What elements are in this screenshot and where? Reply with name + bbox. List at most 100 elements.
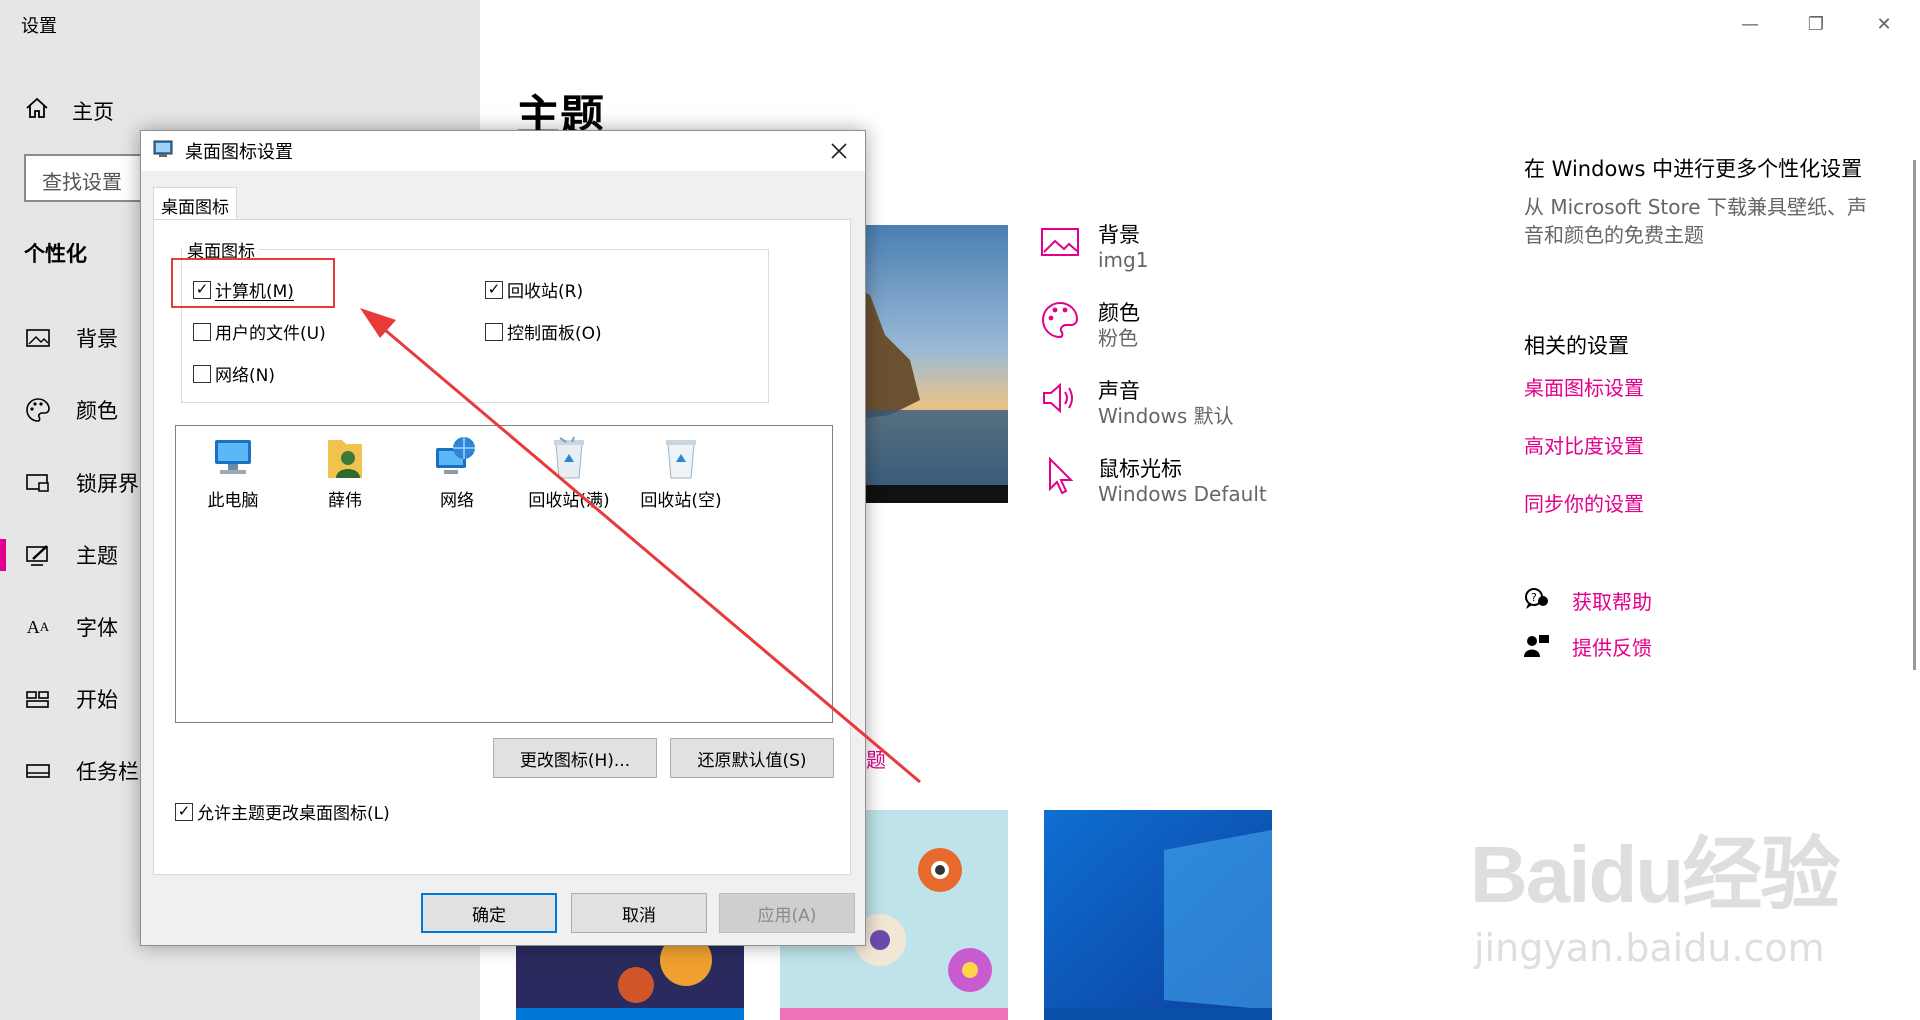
high-contrast-settings-link[interactable]: 高对比度设置 [1524,430,1644,459]
sync-settings-link[interactable]: 同步你的设置 [1524,488,1644,517]
computer-icon [215,440,251,474]
icon-item-this-pc[interactable]: 此电脑 [178,434,288,511]
svg-text:?: ? [1531,591,1537,604]
app-title: 设置 [21,16,57,37]
sidebar-item-label: 颜色 [76,399,118,423]
chat-help-icon: ? [1524,587,1550,615]
prop-cursor[interactable]: 鼠标光标 Windows Default [1040,456,1267,506]
desc-line: 从 Microsoft Store 下载兼具壁纸、声 [1524,195,1867,219]
checkbox-label: 控制面板(O) [507,324,602,344]
checkbox-user-files[interactable]: 用户的文件(U) [193,319,326,344]
sidebar-item-label: 开始 [76,688,118,712]
desktop-icon-settings-dialog: 桌面图标设置 桌面图标 桌面图标 ✓ 计算机(M) ✓ 回收站(R) 用户的文件… [140,130,866,946]
prop-value: 粉色 [1098,326,1138,350]
image-icon [24,324,52,352]
checkbox-label: 网络(N) [215,366,275,386]
desktop-settings-icon [153,139,175,163]
get-help-link[interactable]: ? 获取帮助 [1524,586,1652,615]
sidebar-item-label: 背景 [76,327,118,351]
icon-label: 回收站(满) [528,491,610,511]
palette-icon [24,396,52,424]
restore-default-button[interactable]: 还原默认值(S) [670,738,834,778]
checkbox-box[interactable] [193,322,211,341]
checkbox-box[interactable] [193,364,211,383]
icon-label: 此电脑 [207,491,259,511]
prop-label: 颜色 [1098,301,1140,325]
lock-screen-icon [24,469,52,497]
checkbox-label: 允许主题更改桌面图标(L) [197,804,390,824]
sidebar-item-label: 字体 [76,616,118,640]
checkbox-control-panel[interactable]: 控制面板(O) [485,319,602,344]
theme-thumb-3[interactable] [1044,810,1272,1020]
icon-label: 回收站(空) [640,491,722,511]
dialog-close-icon[interactable] [827,139,851,163]
prop-value: img1 [1098,248,1149,272]
sidebar-home[interactable]: 主页 [24,95,114,126]
feedback-icon [1524,633,1550,661]
checkbox-box[interactable]: ✓ [175,802,193,821]
checkbox-box[interactable]: ✓ [485,280,503,299]
network-icon [436,437,475,474]
font-icon: AA [26,616,50,637]
home-icon [24,95,50,126]
sidebar-home-label: 主页 [72,99,114,124]
watermark-brand: Baidu经验 [1470,830,1840,919]
get-help-label: 获取帮助 [1572,590,1652,614]
checkbox-label: 用户的文件(U) [215,324,326,344]
desc-line: 音和颜色的免费主题 [1524,223,1704,247]
theme-preview [850,225,1008,503]
checkbox-allow-themes[interactable]: ✓ 允许主题更改桌面图标(L) [175,799,390,824]
ok-button[interactable]: 确定 [421,893,557,933]
theme-icon [24,541,52,569]
checkbox-network[interactable]: 网络(N) [193,361,275,386]
prop-background[interactable]: 背景 img1 [1040,222,1148,272]
recycle-bin-empty-icon [666,440,696,479]
image-icon [1040,222,1080,262]
recycle-bin-full-icon [554,436,584,479]
prop-value: Windows 默认 [1098,404,1234,428]
restore-button[interactable]: ❐ [1796,12,1836,36]
icon-label: 薛伟 [328,491,362,511]
close-button[interactable]: ✕ [1864,12,1904,36]
speaker-icon [1040,378,1080,418]
icon-item-network[interactable]: 网络 [402,434,512,511]
palette-icon [1040,300,1080,340]
prop-value: Windows Default [1098,482,1267,506]
related-settings-title: 相关的设置 [1524,334,1629,358]
prop-sound[interactable]: 声音 Windows 默认 [1040,378,1234,428]
checkbox-label: 回收站(R) [507,282,584,302]
feedback-link[interactable]: 提供反馈 [1524,632,1652,661]
scrollbar-thumb[interactable] [1913,160,1916,670]
icon-item-recycle-full[interactable]: 回收站(满) [514,434,624,511]
dialog-title: 桌面图标设置 [185,142,293,163]
prop-label: 背景 [1098,223,1140,247]
get-more-themes-link[interactable]: 题 [866,744,886,773]
taskbar-icon [24,757,52,785]
cursor-icon [1040,456,1080,496]
icon-item-recycle-empty[interactable]: 回收站(空) [626,434,736,511]
checkbox-recycle-bin[interactable]: ✓ 回收站(R) [485,277,583,302]
highlight-box [171,258,335,308]
sidebar-item-label: 主题 [76,544,118,568]
user-folder-icon [328,440,362,478]
watermark-url: jingyan.baidu.com [1474,926,1825,970]
minimize-button[interactable]: — [1730,12,1770,36]
desktop-icon-settings-link[interactable]: 桌面图标设置 [1524,372,1644,401]
feedback-label: 提供反馈 [1572,636,1652,660]
icon-list[interactable]: 此电脑 薛伟 网络 回收站(满) 回收站(空) [175,425,833,723]
apply-button[interactable]: 应用(A) [719,893,855,933]
prop-label: 鼠标光标 [1098,457,1182,481]
prop-color[interactable]: 颜色 粉色 [1040,300,1140,350]
icon-item-user[interactable]: 薛伟 [290,434,400,511]
icon-label: 网络 [440,491,474,511]
more-personalize-desc: 从 Microsoft Store 下载兼具壁纸、声 音和颜色的免费主题 [1524,193,1884,249]
change-icon-button[interactable]: 更改图标(H)... [493,738,657,778]
section-title: 个性化 [24,242,87,266]
dialog-titlebar[interactable]: 桌面图标设置 [141,131,865,171]
prop-label: 声音 [1098,379,1140,403]
cancel-button[interactable]: 取消 [571,893,707,933]
watermark: Baidu经验 jingyan.baidu.com [1470,810,1840,970]
checkbox-box[interactable] [485,322,503,341]
more-personalize-title: 在 Windows 中进行更多个性化设置 [1524,157,1863,181]
search-input[interactable]: 查找设置 [24,154,154,202]
